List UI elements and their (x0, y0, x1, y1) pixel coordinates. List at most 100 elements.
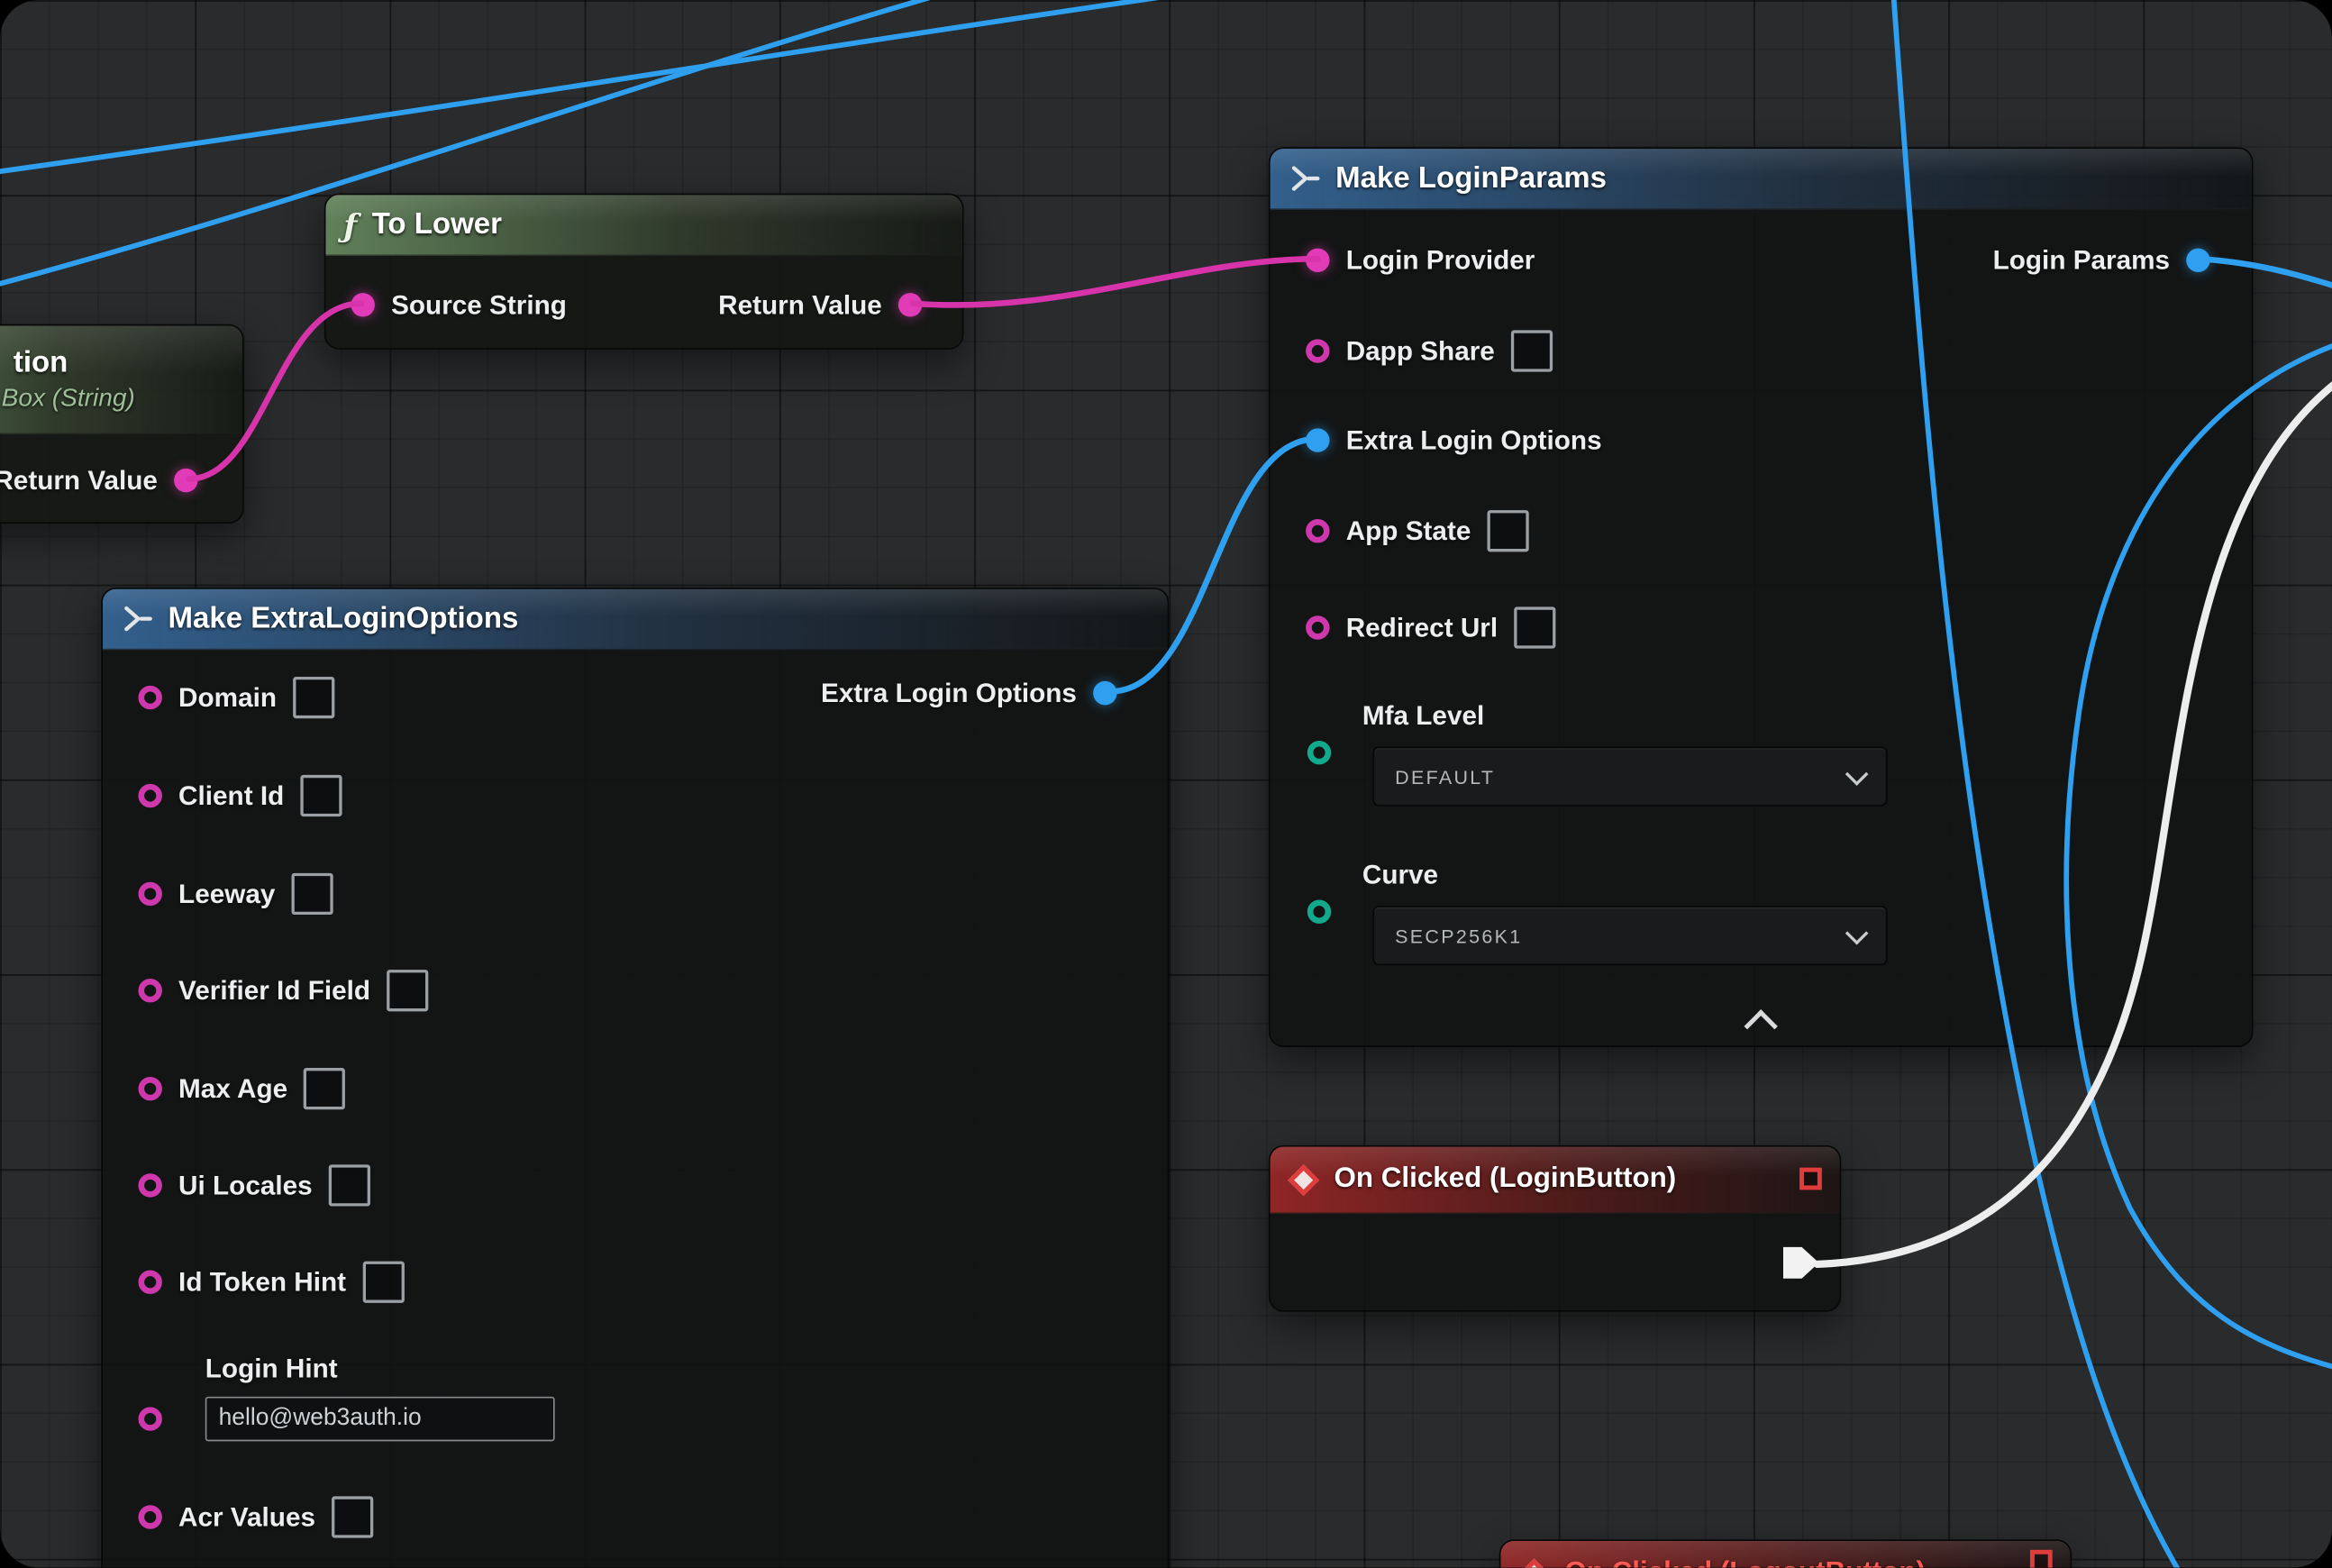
curve-label: Curve (1362, 860, 1438, 891)
mfa-level-pin[interactable] (1307, 741, 1331, 764)
id-token-hint-checkbox[interactable] (362, 1262, 404, 1303)
client-id-checkbox[interactable] (300, 775, 342, 816)
curve-dropdown[interactable]: SECP256K1 (1372, 906, 1887, 965)
to-lower-return-label: Return Value (718, 289, 882, 321)
max-age-checkbox[interactable] (304, 1068, 345, 1109)
domain-pin[interactable] (138, 686, 161, 709)
to-lower-return-pin[interactable] (898, 293, 922, 316)
node-on-clicked-logout-button: On Clicked (LogoutButton) (1499, 1539, 2072, 1567)
app-state-checkbox[interactable] (1488, 510, 1529, 552)
domain-label: Domain (178, 682, 277, 714)
node-on-clicked-login-header[interactable]: On Clicked (LoginButton) (1271, 1147, 1840, 1214)
acr-values-label: Acr Values (178, 1501, 315, 1533)
source-string-pin[interactable] (351, 293, 375, 316)
function-icon: ƒ (343, 206, 357, 243)
node-make-login-header[interactable]: Make LoginParams (1271, 149, 2252, 210)
extra-login-options-in-pin[interactable] (1306, 428, 1329, 451)
id-token-hint-pin[interactable] (138, 1271, 161, 1294)
node-make-extra-title: Make ExtraLoginOptions (169, 602, 519, 636)
node-partial-green: tion Box (String) Return Value (0, 324, 244, 524)
mfa-level-value: DEFAULT (1395, 765, 1495, 788)
mfa-level-dropdown[interactable]: DEFAULT (1372, 747, 1887, 807)
login-hint-pin[interactable] (138, 1407, 161, 1430)
event-diamond-icon (1518, 1558, 1550, 1568)
pin-row-redirect-url: Redirect Url (1306, 604, 1555, 652)
acr-values-pin[interactable] (138, 1505, 161, 1528)
login-params-out-pin[interactable] (2186, 249, 2209, 272)
node-make-login-title: Make LoginParams (1335, 161, 1607, 196)
node-on-clicked-logout-header[interactable]: On Clicked (LogoutButton) (1500, 1541, 2070, 1568)
redirect-url-label: Redirect Url (1346, 612, 1498, 643)
pin-row-ui-locales: Ui Locales (138, 1162, 370, 1209)
struct-icon (1288, 162, 1320, 195)
node-partial-green-subtitle: Box (String) (2, 383, 135, 413)
redirect-url-checkbox[interactable] (1514, 606, 1555, 648)
leeway-pin[interactable] (138, 882, 161, 906)
login-hint-label: Login Hint (205, 1354, 338, 1385)
login-hint-input[interactable] (205, 1397, 555, 1442)
node-on-clicked-login-title: On Clicked (LoginButton) (1334, 1163, 1676, 1196)
extra-login-options-out-label: Extra Login Options (821, 678, 1077, 709)
extra-login-options-out-pin[interactable] (1093, 681, 1116, 705)
login-params-out-label: Login Params (1993, 245, 2170, 277)
pin-row-max-age: Max Age (138, 1065, 345, 1113)
id-token-hint-label: Id Token Hint (178, 1266, 346, 1298)
verifier-id-field-checkbox[interactable] (387, 970, 428, 1011)
blueprint-canvas[interactable]: tion Box (String) Return Value ƒ To Lowe… (0, 0, 2332, 1568)
leeway-checkbox[interactable] (292, 873, 333, 915)
source-string-row: Source String (351, 281, 567, 329)
pin-row-id-token-hint: Id Token Hint (138, 1258, 404, 1306)
ui-locales-label: Ui Locales (178, 1170, 313, 1201)
struct-icon (121, 602, 153, 634)
chevron-down-icon (1845, 761, 1869, 785)
verifier-id-field-pin[interactable] (138, 979, 161, 1002)
ui-locales-pin[interactable] (138, 1173, 161, 1197)
event-diamond-icon (1288, 1163, 1319, 1195)
node-to-lower-header[interactable]: ƒ To Lower (325, 195, 961, 256)
node-on-clicked-logout-title: On Clicked (LogoutButton) (1564, 1557, 1926, 1568)
node-partial-green-header[interactable]: tion Box (String) (0, 325, 242, 433)
extra-login-options-out-row: Extra Login Options (821, 670, 1116, 717)
client-id-pin[interactable] (138, 784, 161, 807)
curve-pin[interactable] (1307, 900, 1331, 924)
extra-login-options-in-label: Extra Login Options (1346, 424, 1602, 456)
node-to-lower: ƒ To Lower Source String Return Value (324, 194, 964, 350)
pin-row-verifier-id-field: Verifier Id Field (138, 967, 428, 1015)
pin-row-app-state: App State (1306, 507, 1529, 555)
dapp-share-label: Dapp Share (1346, 335, 1495, 367)
chevron-down-icon (1845, 921, 1869, 944)
login-params-out-row: Login Params (1993, 236, 2210, 284)
scale-wrapper: tion Box (String) Return Value ƒ To Lowe… (0, 0, 2332, 1568)
node-make-extra-header[interactable]: Make ExtraLoginOptions (103, 589, 1168, 651)
pin-row-dapp-share: Dapp Share (1306, 327, 1553, 375)
redirect-url-pin[interactable] (1306, 615, 1329, 639)
app-state-pin[interactable] (1306, 519, 1329, 542)
wire-return-to-login-provider[interactable] (913, 259, 1317, 305)
dapp-share-checkbox[interactable] (1511, 330, 1553, 371)
dapp-share-pin[interactable] (1306, 339, 1329, 362)
wire-blue-top-a[interactable] (0, 0, 1353, 176)
collapse-node-button[interactable] (1744, 1009, 1778, 1043)
node-make-login-params: Make LoginParams Login Provider Dapp Sha… (1269, 147, 2254, 1047)
ui-locales-checkbox[interactable] (329, 1164, 370, 1206)
verifier-id-field-label: Verifier Id Field (178, 975, 370, 1007)
source-string-label: Source String (391, 289, 567, 321)
app-state-label: App State (1346, 515, 1471, 547)
partial-return-value-row: Return Value (0, 457, 198, 505)
node-make-extra-login-options: Make ExtraLoginOptions Domain Client Id … (101, 588, 1169, 1568)
max-age-pin[interactable] (138, 1077, 161, 1100)
login-provider-pin[interactable] (1306, 249, 1329, 272)
pin-row-acr-values: Acr Values (138, 1493, 373, 1541)
curve-value: SECP256K1 (1395, 925, 1522, 947)
delegate-pin[interactable] (2030, 1550, 2053, 1568)
node-on-clicked-login-button: On Clicked (LoginButton) (1269, 1145, 1841, 1312)
domain-checkbox[interactable] (293, 677, 334, 718)
to-lower-return-row: Return Value (718, 281, 922, 329)
pin-row-login-provider: Login Provider (1306, 236, 1535, 284)
client-id-label: Client Id (178, 780, 284, 812)
partial-return-value-pin[interactable] (174, 469, 197, 492)
delegate-pin[interactable] (1799, 1168, 1822, 1190)
acr-values-checkbox[interactable] (332, 1496, 373, 1537)
pin-row-domain: Domain (138, 674, 334, 722)
exec-out-pin[interactable] (1783, 1244, 1819, 1281)
